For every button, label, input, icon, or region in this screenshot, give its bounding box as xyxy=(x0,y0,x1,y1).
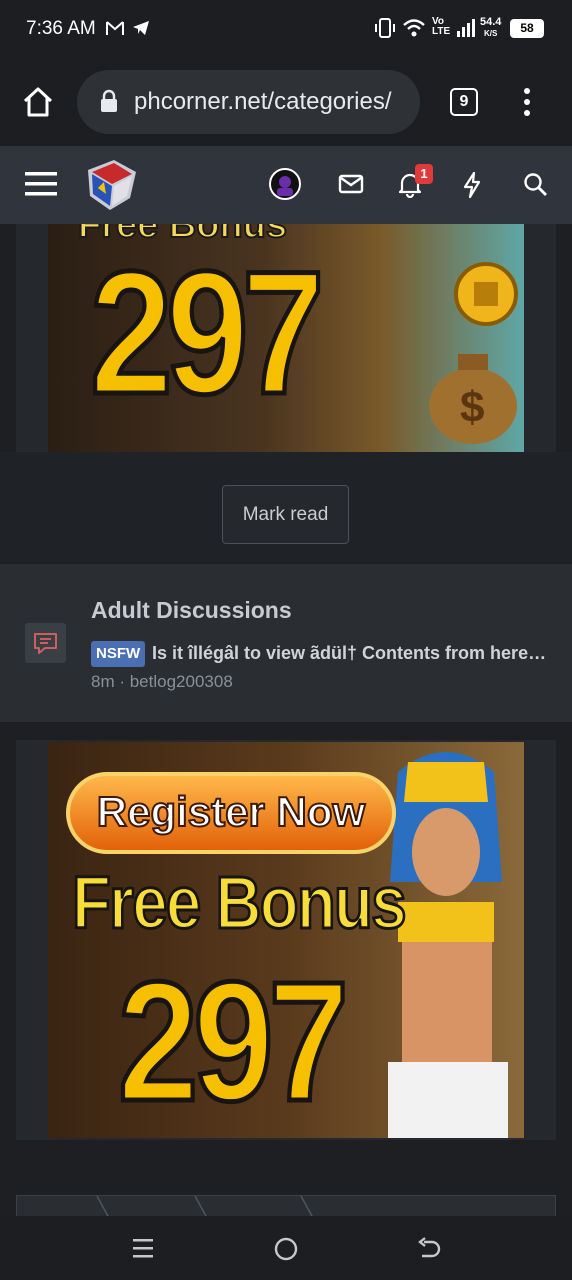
notification-count-badge: 1 xyxy=(415,164,433,184)
breadcrumb[interactable] xyxy=(16,1195,556,1219)
user-avatar[interactable] xyxy=(269,168,301,200)
lock-icon[interactable] xyxy=(99,89,119,113)
ad-banner-bottom[interactable]: Register Now Free Bonus 297 xyxy=(48,742,524,1138)
latest-thread-link[interactable]: Is it îllégâl to view ãdül† Contents fro… xyxy=(152,643,547,664)
money-bag-icon: $ xyxy=(429,354,517,444)
back-nav-icon[interactable] xyxy=(416,1236,442,1262)
free-bonus-text: Free Bonus xyxy=(71,860,408,946)
tab-switcher-button[interactable]: 9 xyxy=(450,88,478,116)
nsfw-label: NSFW xyxy=(91,641,146,667)
forum-title[interactable]: Adult Discussions xyxy=(91,597,292,624)
vibrate-icon xyxy=(375,18,395,38)
register-now-pill: Register Now xyxy=(66,772,396,854)
mark-read-button[interactable]: Mark read xyxy=(222,485,349,544)
latest-thread-meta[interactable]: 8m · betlog200308 xyxy=(91,672,233,692)
gold-medallion-icon xyxy=(454,262,518,326)
url-text[interactable]: phcorner.net/categories/ xyxy=(134,88,408,116)
breadcrumb-separators xyxy=(96,1195,314,1219)
register-now-text: Register Now xyxy=(96,787,366,836)
forum-node-icon-box xyxy=(25,623,66,663)
battery-indicator: 58 xyxy=(510,19,544,38)
telegram-icon xyxy=(133,21,149,35)
whats-new-lightning-icon[interactable] xyxy=(461,171,483,199)
network-speed: 54.4 xyxy=(480,16,502,28)
status-time: 7:36 AM xyxy=(26,18,96,39)
chat-bubble-icon xyxy=(34,633,57,654)
search-icon[interactable] xyxy=(523,172,549,198)
ad-banner-top[interactable]: Free Bonus 297 $ xyxy=(48,224,524,452)
wifi-icon xyxy=(403,19,425,37)
banner-amount: 297 xyxy=(88,234,327,434)
home-icon[interactable] xyxy=(21,85,55,119)
svg-text:$: $ xyxy=(460,383,484,432)
signal-icon xyxy=(457,19,475,37)
bonus-amount-text: 297 xyxy=(116,945,351,1139)
inbox-icon[interactable] xyxy=(338,173,364,195)
recent-apps-icon[interactable] xyxy=(131,1237,155,1259)
site-logo[interactable] xyxy=(84,158,138,212)
volte-indicator: Vo LTE xyxy=(432,16,451,37)
home-nav-icon[interactable] xyxy=(273,1236,299,1262)
hamburger-menu-icon[interactable] xyxy=(25,170,59,200)
more-options-icon[interactable] xyxy=(521,86,533,118)
gmail-icon xyxy=(106,21,124,35)
network-speed-unit: K/S xyxy=(484,29,498,38)
